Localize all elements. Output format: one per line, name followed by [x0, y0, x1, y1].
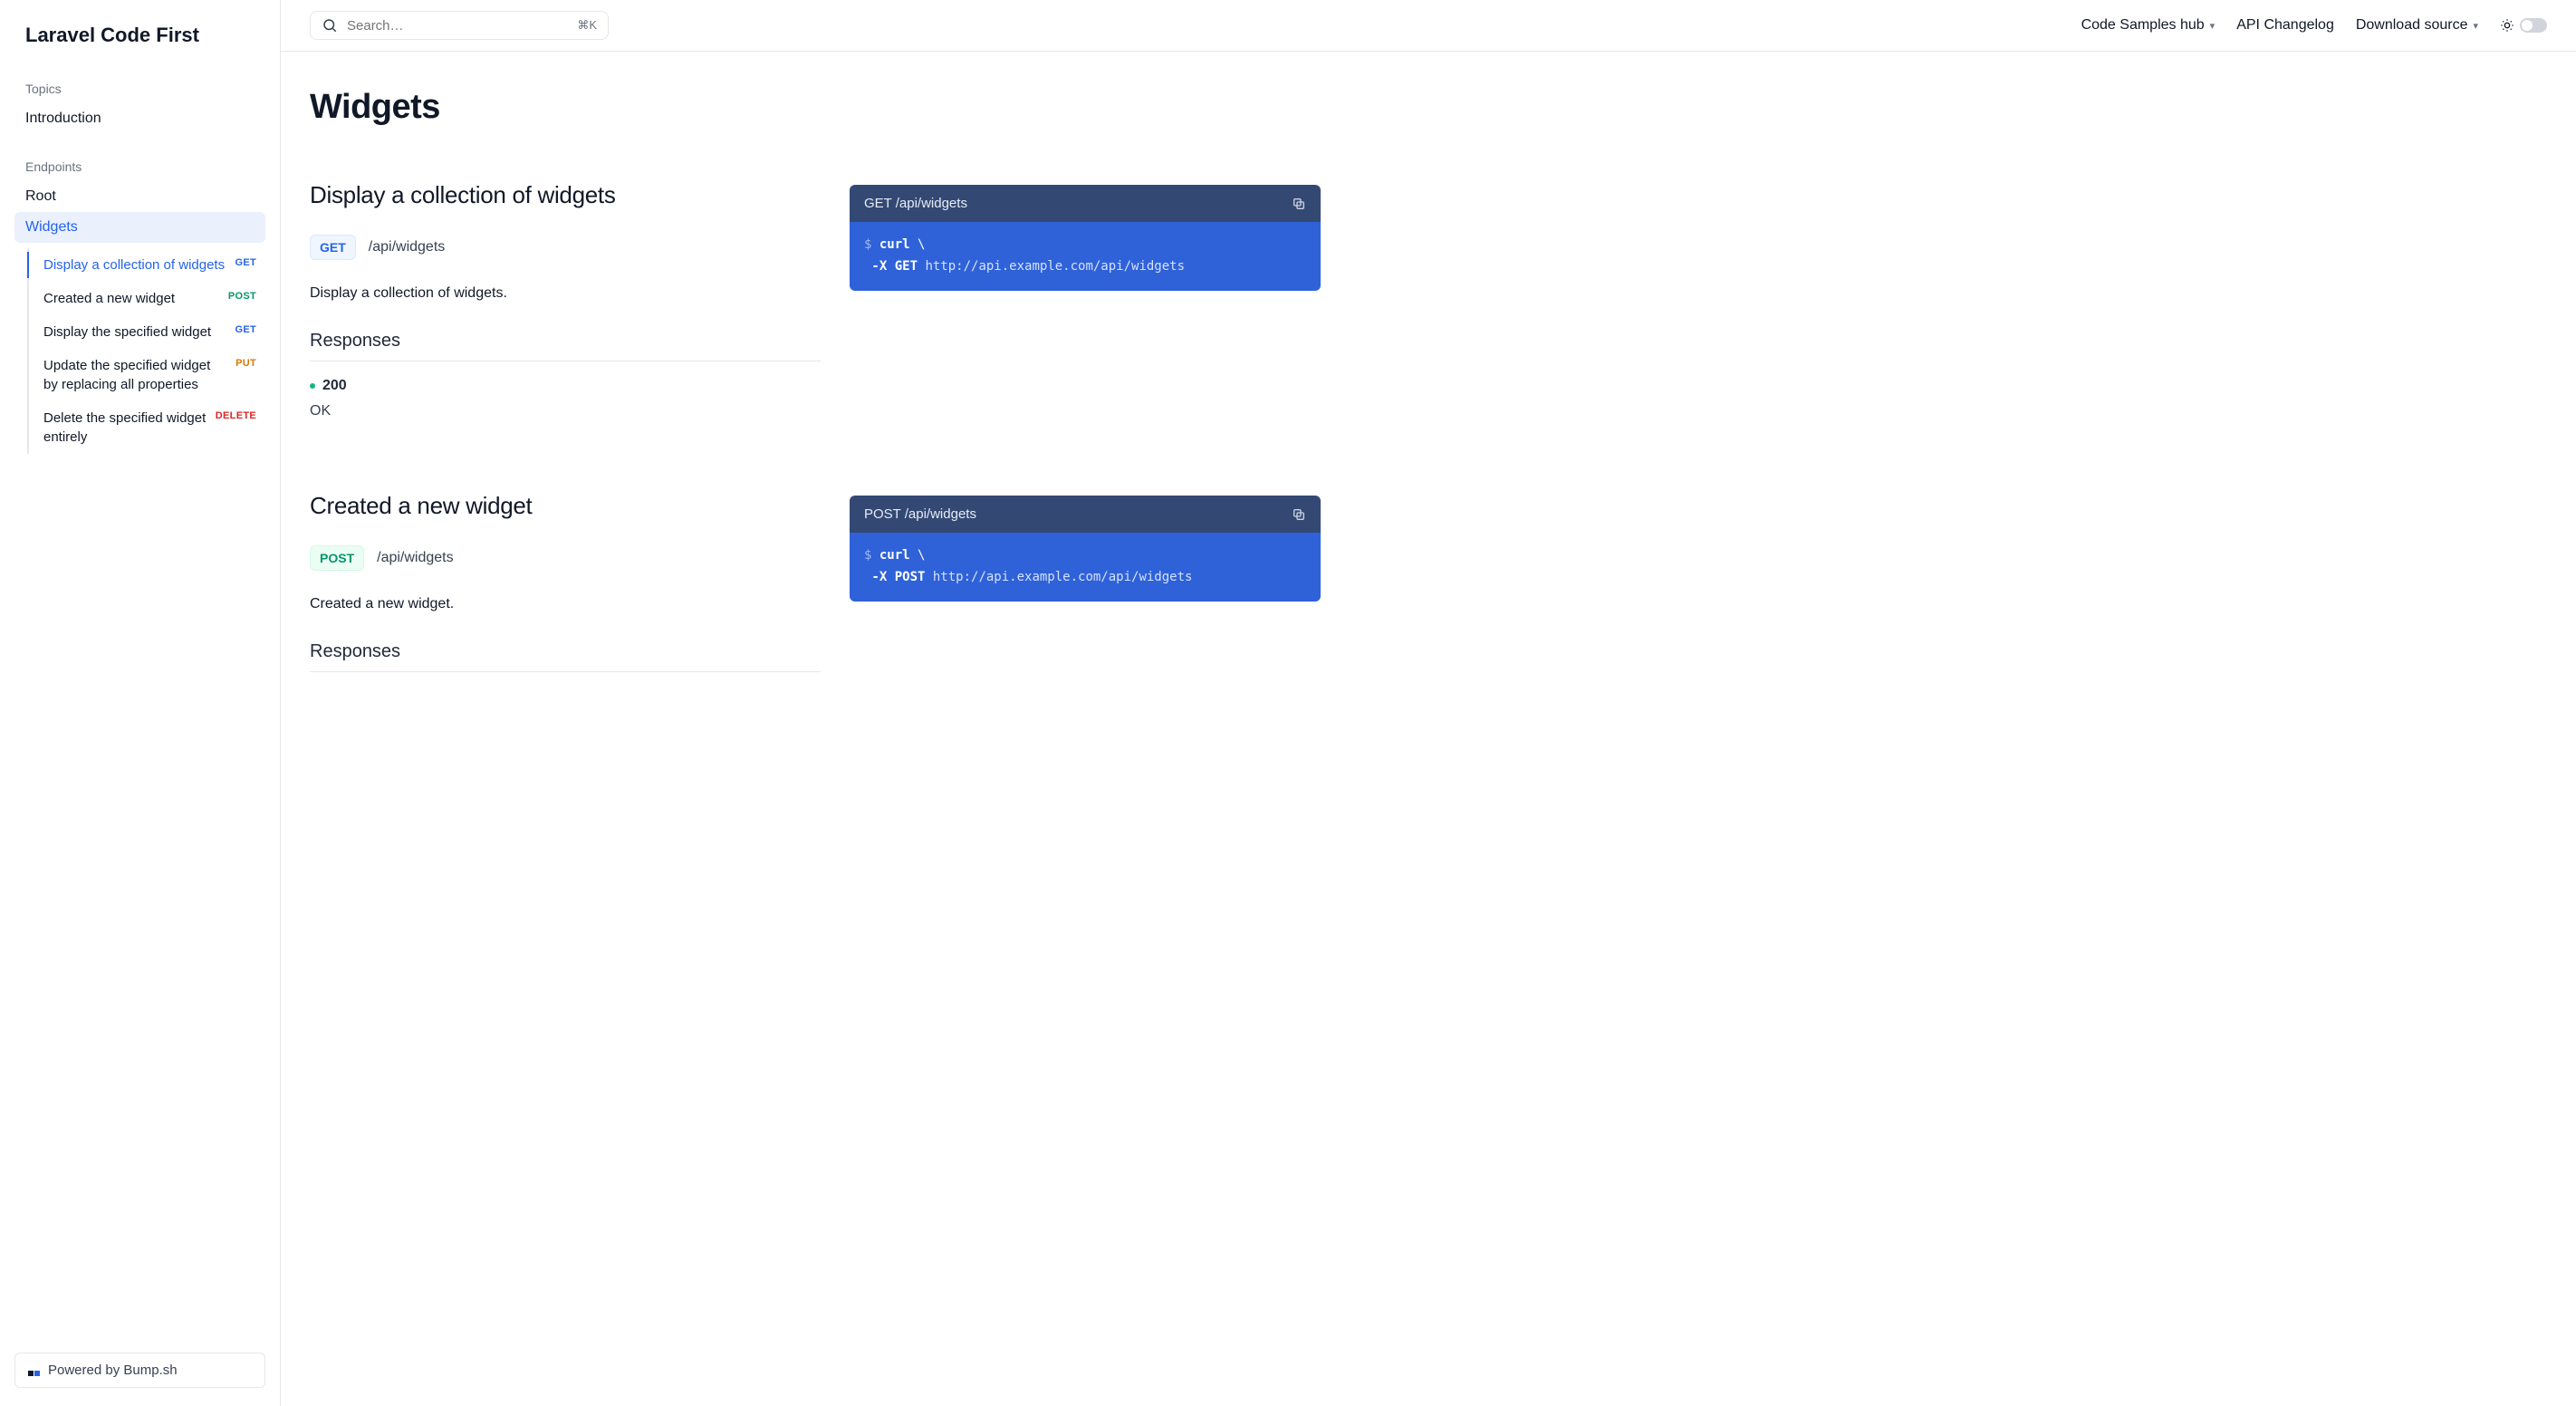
method-tag: DELETE: [216, 409, 256, 421]
copy-icon[interactable]: [1292, 197, 1306, 211]
bump-icon: [28, 1364, 41, 1377]
status-dot-icon: [310, 383, 315, 389]
search-box[interactable]: ⌘K: [310, 11, 609, 40]
endpoint-path: /api/widgets: [377, 550, 454, 566]
header: ⌘K Code Samples hub ▾ API Changelog Down…: [281, 0, 2576, 52]
code-header-text: GET /api/widgets: [864, 196, 967, 211]
endpoint-description: Created a new widget.: [310, 596, 821, 612]
method-badge: GET: [310, 235, 356, 260]
sidebar-subnav: Display a collection of widgets GET Crea…: [27, 248, 265, 454]
sidebar-subitem-update[interactable]: Update the specified widget by replacing…: [29, 349, 265, 401]
response-text: OK: [310, 403, 821, 419]
sidebar-subitem-label: Created a new widget: [43, 289, 228, 308]
endpoint-title: Created a new widget: [310, 492, 821, 520]
code-panel: GET /api/widgets $ curl \ -X GET http://…: [850, 185, 1321, 291]
method-tag: POST: [228, 289, 256, 302]
nav-code-samples[interactable]: Code Samples hub ▾: [2081, 17, 2216, 34]
toggle-track[interactable]: [2520, 18, 2547, 33]
sidebar-subitem-label: Display a collection of widgets: [43, 255, 235, 274]
endpoint-path-row: POST /api/widgets: [310, 545, 821, 571]
method-tag: GET: [235, 323, 256, 335]
code-header: POST /api/widgets: [850, 496, 1321, 533]
method-tag: GET: [235, 255, 256, 268]
topics-label: Topics: [14, 74, 265, 103]
page-title: Widgets: [310, 88, 1321, 127]
nav-label: Code Samples hub: [2081, 17, 2205, 34]
response-code: 200: [322, 378, 347, 394]
chevron-down-icon: ▾: [2210, 20, 2216, 32]
sidebar-item-widgets[interactable]: Widgets: [14, 212, 265, 243]
nav-label: API Changelog: [2236, 17, 2334, 34]
powered-label: Powered by Bump.sh: [48, 1363, 178, 1378]
theme-toggle[interactable]: [2500, 18, 2547, 33]
sidebar-subitem-label: Delete the specified widget entirely: [43, 409, 216, 447]
sidebar: Laravel Code First Topics Introduction E…: [0, 0, 281, 1406]
endpoint-display-collection: Display a collection of widgets GET /api…: [310, 181, 1321, 419]
copy-icon[interactable]: [1292, 507, 1306, 522]
nav-label: Download source: [2356, 17, 2468, 34]
method-tag: PUT: [235, 356, 256, 369]
responses-heading: Responses: [310, 331, 821, 361]
endpoint-create-widget: Created a new widget POST /api/widgets C…: [310, 492, 1321, 689]
code-panel: POST /api/widgets $ curl \ -X POST http:…: [850, 496, 1321, 602]
sidebar-subitem-display-one[interactable]: Display the specified widget GET: [29, 315, 265, 349]
endpoint-title: Display a collection of widgets: [310, 181, 821, 209]
endpoint-path: /api/widgets: [369, 239, 446, 255]
code-body[interactable]: $ curl \ -X GET http://api.example.com/a…: [850, 222, 1321, 291]
search-shortcut: ⌘K: [577, 18, 597, 33]
endpoints-label: Endpoints: [14, 152, 265, 181]
method-badge: POST: [310, 545, 364, 571]
content: Widgets Display a collection of widgets …: [281, 52, 1350, 797]
search-input[interactable]: [347, 18, 568, 34]
nav-download-source[interactable]: Download source ▾: [2356, 17, 2478, 34]
sidebar-item-introduction[interactable]: Introduction: [14, 103, 265, 134]
sidebar-subitem-display-collection[interactable]: Display a collection of widgets GET: [29, 248, 265, 282]
sidebar-subitem-delete[interactable]: Delete the specified widget entirely DEL…: [29, 401, 265, 454]
endpoint-path-row: GET /api/widgets: [310, 235, 821, 260]
chevron-down-icon: ▾: [2473, 20, 2478, 32]
sidebar-subitem-label: Update the specified widget by replacing…: [43, 356, 235, 394]
nav-api-changelog[interactable]: API Changelog: [2236, 17, 2334, 34]
code-header-text: POST /api/widgets: [864, 506, 976, 522]
sidebar-subitem-label: Display the specified widget: [43, 323, 235, 342]
sun-icon: [2500, 18, 2514, 33]
search-icon: [322, 17, 338, 34]
responses-heading: Responses: [310, 641, 821, 672]
response-code-row: 200: [310, 378, 821, 394]
toggle-thumb: [2522, 20, 2533, 31]
code-body[interactable]: $ curl \ -X POST http://api.example.com/…: [850, 533, 1321, 602]
powered-by[interactable]: Powered by Bump.sh: [14, 1353, 265, 1388]
endpoint-description: Display a collection of widgets.: [310, 285, 821, 302]
sidebar-subitem-create[interactable]: Created a new widget POST: [29, 282, 265, 315]
site-title[interactable]: Laravel Code First: [14, 18, 265, 74]
main: ⌘K Code Samples hub ▾ API Changelog Down…: [281, 0, 2576, 1406]
sidebar-item-root[interactable]: Root: [14, 181, 265, 212]
code-header: GET /api/widgets: [850, 185, 1321, 222]
